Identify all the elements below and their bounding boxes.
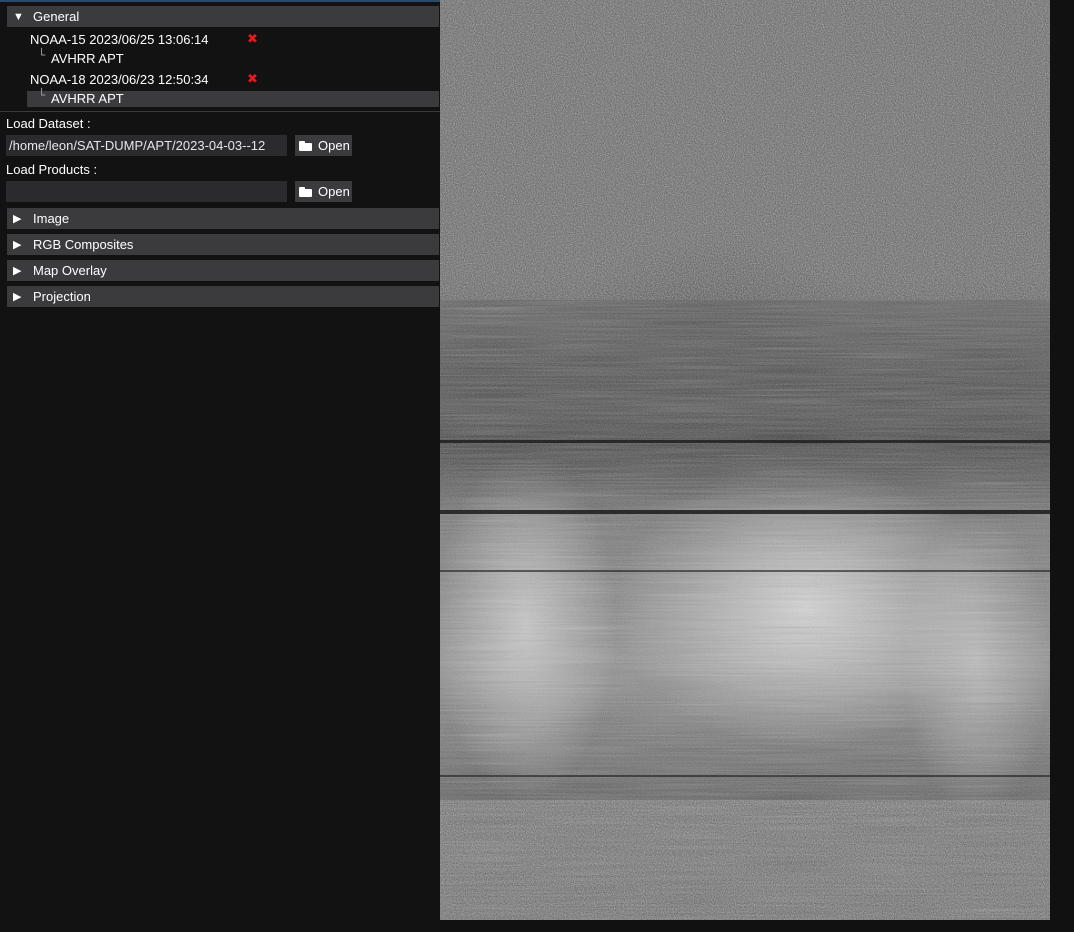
dataset-item[interactable]: NOAA-15 2023/06/25 13:06:14 ✖ [0, 30, 440, 48]
section-label: Map Overlay [33, 263, 107, 278]
open-button-label: Open [318, 184, 350, 199]
tree-branch-icon: └ [38, 48, 46, 62]
close-icon[interactable]: ✖ [247, 71, 258, 87]
open-dataset-button[interactable]: Open [295, 135, 352, 156]
general-header[interactable]: ▼ General [7, 6, 439, 27]
open-button-label: Open [318, 138, 350, 153]
collapsed-arrow-icon: ▶ [13, 291, 22, 303]
tree-branch-icon: └ [38, 88, 46, 102]
dataset-name: NOAA-15 2023/06/25 13:06:14 [30, 31, 209, 47]
image-section-header[interactable]: ▶ Image [7, 208, 439, 229]
load-dataset-label: Load Dataset : [6, 116, 91, 131]
close-icon[interactable]: ✖ [247, 31, 258, 47]
load-products-path-input[interactable] [6, 181, 287, 202]
collapsed-arrow-icon: ▶ [13, 239, 22, 251]
open-products-button[interactable]: Open [295, 181, 352, 202]
product-item[interactable]: └ AVHRR APT [27, 48, 439, 67]
dataset-item[interactable]: NOAA-18 2023/06/23 12:50:34 ✖ [0, 70, 440, 88]
product-item-selected[interactable]: └ AVHRR APT [27, 88, 439, 107]
section-label: Image [33, 211, 70, 226]
right-margin [1050, 0, 1074, 932]
expanded-arrow-icon: ▼ [13, 10, 24, 23]
collapsed-arrow-icon: ▶ [13, 265, 22, 277]
load-products-label: Load Products : [6, 162, 98, 177]
rgb-composites-section-header[interactable]: ▶ RGB Composites [7, 234, 439, 255]
folder-icon [299, 186, 313, 197]
separator [0, 111, 440, 112]
section-label: Projection [33, 289, 91, 304]
product-name: AVHRR APT [51, 91, 124, 106]
satellite-image [440, 0, 1050, 920]
side-panel: ▼ General NOAA-15 2023/06/25 13:06:14 ✖ … [0, 0, 440, 932]
satellite-image-viewer[interactable] [440, 0, 1050, 920]
collapsed-arrow-icon: ▶ [13, 213, 22, 225]
map-overlay-section-header[interactable]: ▶ Map Overlay [7, 260, 439, 281]
product-name: AVHRR APT [51, 51, 124, 66]
general-header-label: General [33, 9, 80, 24]
folder-icon [299, 140, 313, 151]
dataset-name: NOAA-18 2023/06/23 12:50:34 [30, 71, 209, 87]
bottom-margin [440, 920, 1074, 932]
panel-top-border [0, 0, 440, 2]
section-label: RGB Composites [33, 237, 134, 252]
projection-section-header[interactable]: ▶ Projection [7, 286, 439, 307]
load-dataset-path-input[interactable] [6, 135, 287, 156]
